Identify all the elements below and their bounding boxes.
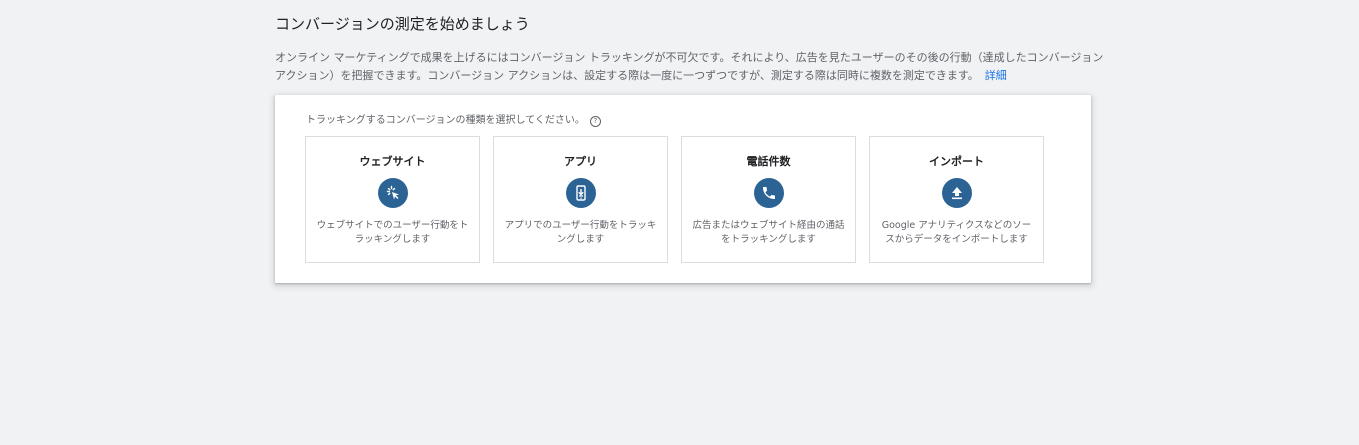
upload-icon [942,178,972,208]
conversion-type-panel: トラッキングするコンバージョンの種類を選択してください。 ? ウェブサイト ウェ… [275,95,1091,283]
learn-more-link[interactable]: 詳細 [985,69,1007,82]
card-description: Google アナリティクスなどのソースからデータをインポートします [881,220,1032,245]
card-description: 広告またはウェブサイト経由の通話をトラッキングします [692,220,845,245]
intro-text: オンライン マーケティングで成果を上げるにはコンバージョン トラッキングが不可欠… [275,51,1104,82]
import-card[interactable]: インポート Google アナリティクスなどのソースからデータをインポートします [869,136,1044,263]
help-icon[interactable]: ? [589,115,601,127]
conversion-type-prompt: トラッキングするコンバージョンの種類を選択してください。 ? [306,114,601,128]
card-title: 電話件数 [746,155,791,168]
card-description: ウェブサイトでのユーザー行動をトラッキングします [316,220,469,245]
card-title: ウェブサイト [359,155,426,168]
conversion-type-cards: ウェブサイト ウェブサイトでのユーザー行動をトラッキングします アプリ アプリで… [305,136,1044,263]
card-title: アプリ [564,155,597,168]
app-card[interactable]: アプリ アプリでのユーザー行動をトラッキングします [493,136,668,263]
cursor-click-icon [378,178,408,208]
card-description: アプリでのユーザー行動をトラッキングします [504,220,657,245]
intro-text-block: オンライン マーケティングで成果を上げるにはコンバージョン トラッキングが不可欠… [275,49,1105,85]
phone-download-icon [566,178,596,208]
page-title: コンバージョンの測定を始めましょう [275,15,530,33]
card-title: インポート [929,155,984,168]
website-card[interactable]: ウェブサイト ウェブサイトでのユーザー行動をトラッキングします [305,136,480,263]
phone-calls-card[interactable]: 電話件数 広告またはウェブサイト経由の通話をトラッキングします [681,136,856,263]
phone-call-icon [754,178,784,208]
prompt-text: トラッキングするコンバージョンの種類を選択してください。 [306,115,585,126]
